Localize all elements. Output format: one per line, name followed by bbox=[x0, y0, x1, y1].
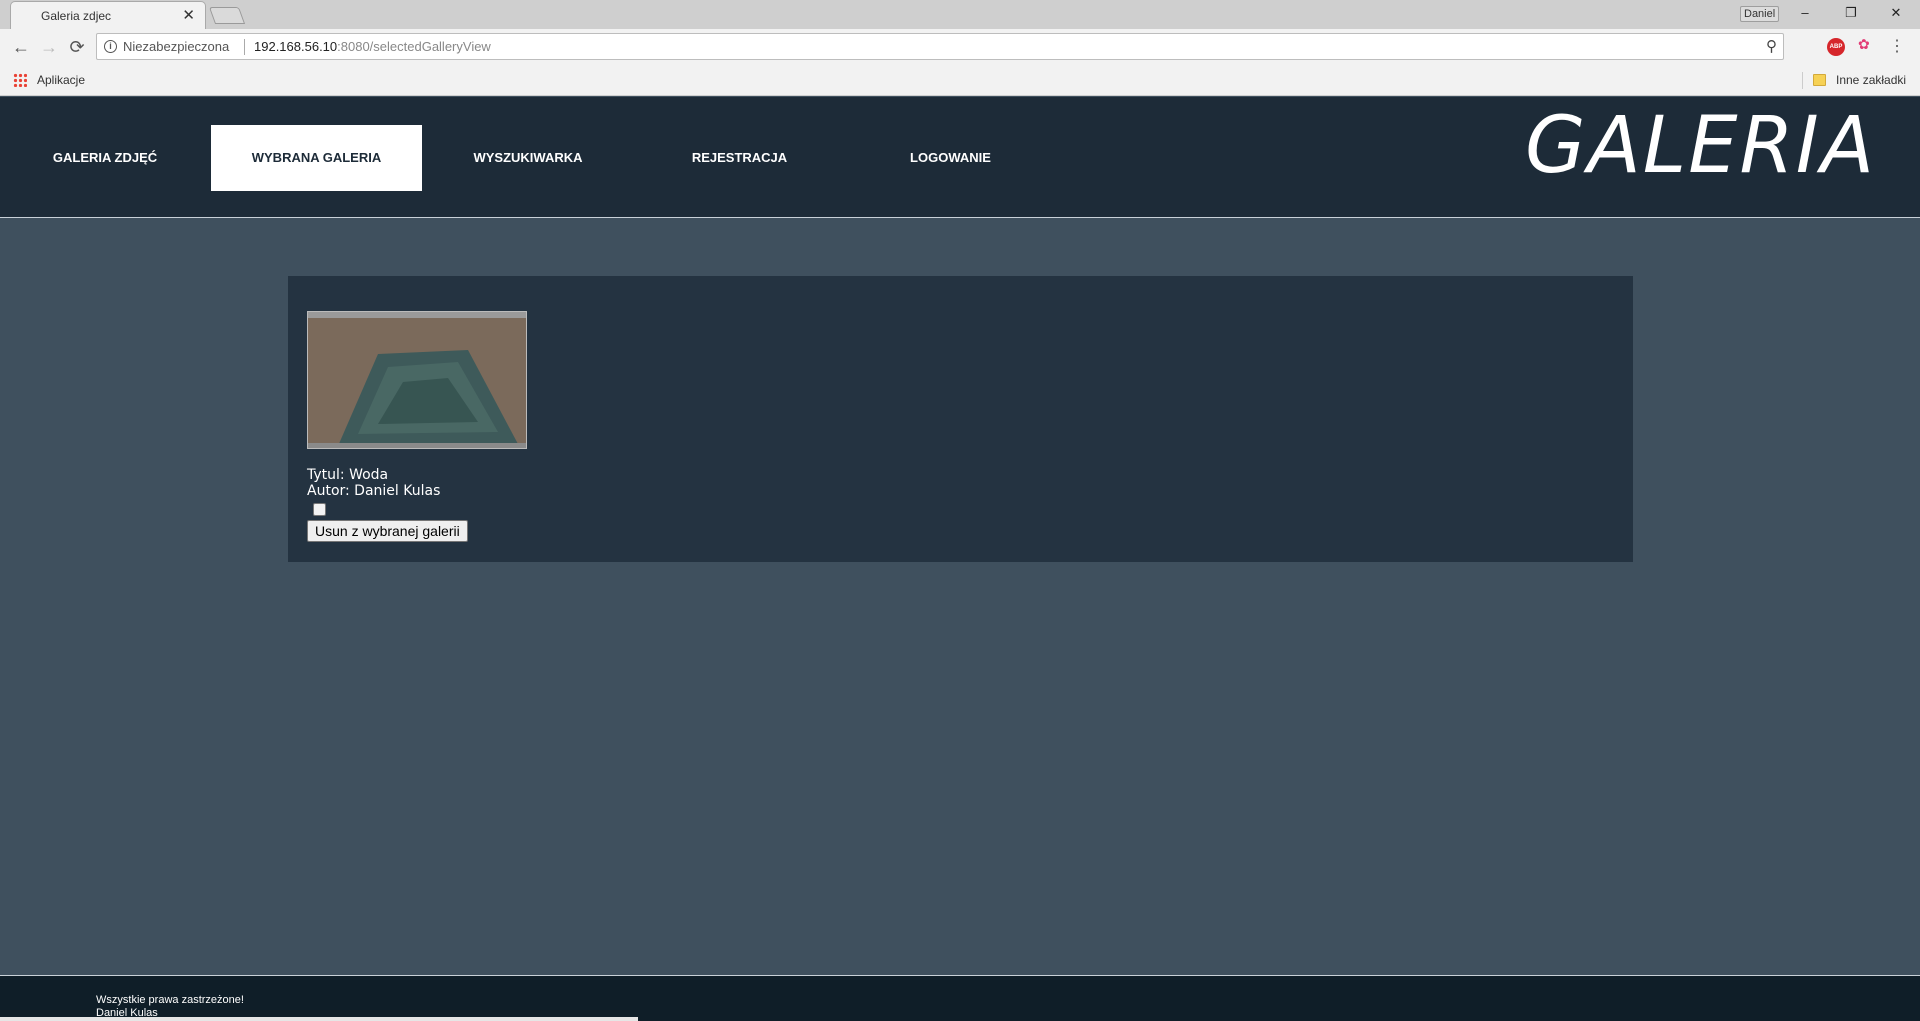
address-bar[interactable]: i Niezabezpieczona 192.168.56.10:8080/se… bbox=[96, 33, 1784, 60]
zoom-icon[interactable]: ⚲ bbox=[1766, 37, 1777, 55]
reload-icon[interactable]: ⟳ bbox=[65, 35, 89, 59]
nav-wybrana-galeria[interactable]: WYBRANA GALERIA bbox=[211, 125, 422, 191]
bookmarks-separator bbox=[1802, 72, 1803, 89]
browser-tab[interactable]: Galeria zdjec ✕ bbox=[10, 1, 206, 29]
tab-title: Galeria zdjec bbox=[41, 9, 112, 23]
menu-icon[interactable]: ⋮ bbox=[1889, 36, 1905, 56]
copyright-text: Wszystkie prawa zastrzeżone! bbox=[96, 994, 244, 1006]
apps-bookmark[interactable]: Aplikacje bbox=[37, 73, 85, 87]
other-bookmarks[interactable]: Inne zakładki bbox=[1836, 73, 1906, 87]
nav-galeria-zdjec[interactable]: GALERIA ZDJĘĆ bbox=[15, 125, 195, 191]
url-path: :8080/selectedGalleryView bbox=[337, 39, 491, 54]
profile-button[interactable]: Daniel bbox=[1740, 6, 1780, 22]
extension-icon[interactable]: ✿ bbox=[1858, 36, 1870, 53]
nav-logowanie[interactable]: LOGOWANIE bbox=[845, 125, 1056, 191]
photo-title: Tytul: Woda bbox=[307, 467, 389, 483]
info-icon[interactable]: i bbox=[104, 40, 117, 53]
thumbnail-bottom-bar bbox=[308, 443, 526, 448]
close-tab-icon[interactable]: ✕ bbox=[182, 6, 195, 24]
omnibox-separator bbox=[244, 39, 245, 55]
gallery-thumbnail[interactable] bbox=[307, 311, 527, 449]
folder-icon[interactable] bbox=[1813, 74, 1826, 86]
window-close-icon[interactable]: ✕ bbox=[1884, 3, 1908, 23]
minimize-icon[interactable]: – bbox=[1793, 3, 1817, 23]
photo-author: Autor: Daniel Kulas bbox=[307, 483, 441, 499]
nav-wyszukiwarka[interactable]: WYSZUKIWARKA bbox=[422, 125, 634, 191]
site-footer: Wszystkie prawa zastrzeżone! Daniel Kula… bbox=[0, 975, 1920, 1021]
abp-icon[interactable]: ABP bbox=[1827, 38, 1845, 56]
new-tab-button[interactable] bbox=[208, 7, 246, 24]
url-host: 192.168.56.10 bbox=[254, 39, 338, 54]
bookmarks-bar: Aplikacje Inne zakładki bbox=[0, 65, 1920, 96]
security-label[interactable]: Niezabezpieczona bbox=[123, 39, 229, 54]
horizontal-scrollbar[interactable] bbox=[0, 1017, 638, 1021]
terrain-image bbox=[338, 350, 518, 446]
site-header: GALERIA ZDJĘĆ WYBRANA GALERIA WYSZUKIWAR… bbox=[0, 97, 1920, 218]
back-icon[interactable]: ← bbox=[9, 35, 33, 59]
url-text[interactable]: 192.168.56.10:8080/selectedGalleryView bbox=[254, 39, 491, 54]
site-logo: GALERIA bbox=[1525, 101, 1877, 191]
apps-icon[interactable] bbox=[13, 73, 27, 87]
select-checkbox[interactable] bbox=[313, 503, 326, 516]
selected-gallery-panel: Tytul: Woda Autor: Daniel Kulas Usun z w… bbox=[288, 276, 1633, 562]
nav-rejestracja[interactable]: REJESTRACJA bbox=[634, 125, 845, 191]
browser-toolbar: ← → ⟳ i Niezabezpieczona 192.168.56.10:8… bbox=[0, 29, 1920, 65]
forward-icon[interactable]: → bbox=[37, 35, 61, 59]
restore-icon[interactable]: ❐ bbox=[1839, 3, 1863, 23]
browser-tab-strip: Galeria zdjec ✕ Daniel – ❐ ✕ bbox=[0, 0, 1920, 29]
remove-from-gallery-button[interactable]: Usun z wybranej galerii bbox=[307, 520, 468, 542]
